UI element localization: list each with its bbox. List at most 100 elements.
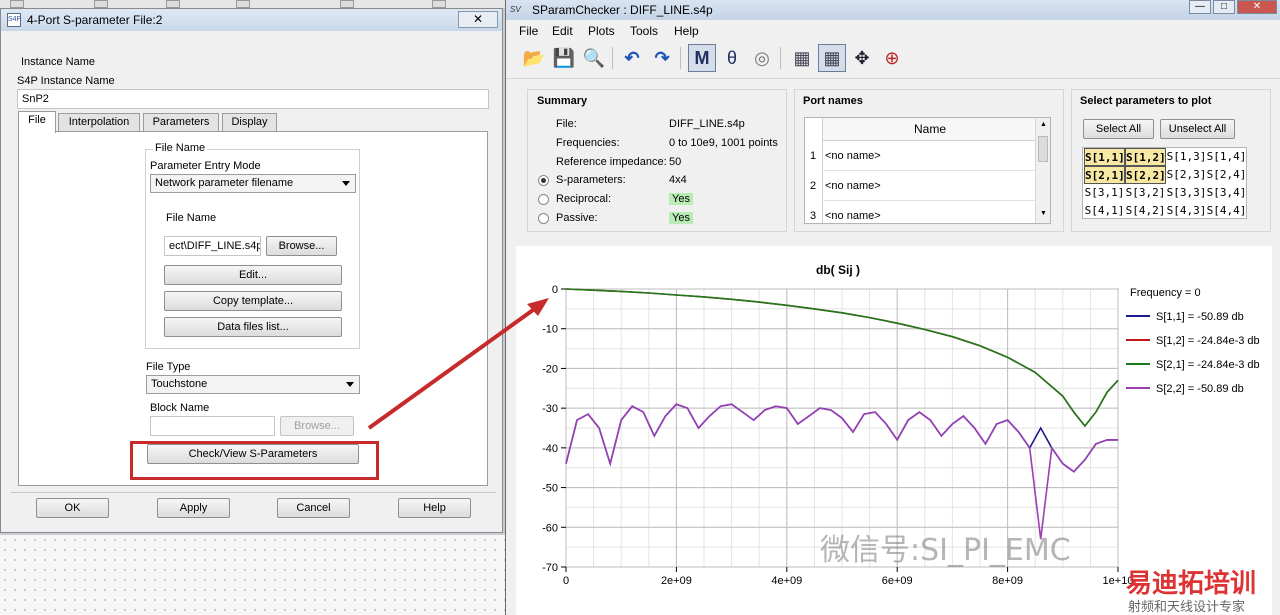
bg-tool-icon [94,0,108,8]
summary-value: DIFF_LINE.s4p [669,118,745,130]
file-name-input[interactable]: ect\DIFF_LINE.s4p [164,236,261,256]
param-s11[interactable]: S[1,1] [1084,148,1125,166]
close-button[interactable]: ✕ [1237,0,1277,14]
undo-icon[interactable]: ↶ [618,44,646,72]
port-names-table: Name 1 <no name> 2 <no name> 3 <no name>… [804,117,1051,224]
parameter-grid: S[1,1] S[1,2] S[1,3] S[1,4] S[2,1] S[2,2… [1082,147,1247,219]
menu-edit[interactable]: Edit [552,24,573,38]
tab-file[interactable]: File [18,111,56,133]
s4p-instance-label: S4P Instance Name [17,75,115,87]
column-header-name: Name [822,118,1037,141]
s-parameters-radio[interactable] [538,175,549,186]
edit-button[interactable]: Edit... [164,265,342,285]
open-folder-icon[interactable]: 📂 [520,44,548,72]
port-name-cell[interactable]: <no name> [822,141,1037,171]
save-icon[interactable]: 💾 [550,44,578,72]
param-s41[interactable]: S[4,1] [1084,202,1125,220]
summary-label: Frequencies: [556,137,620,149]
apply-button[interactable]: Apply [157,498,230,518]
chart-title: db( Sij ) [816,263,860,277]
passive-radio[interactable] [538,213,549,224]
tab-display[interactable]: Display [222,113,277,132]
file-type-value: Touchstone [151,378,208,390]
app-icon: S4P [7,13,21,27]
row-number: 3 [809,210,817,222]
scrollbar-thumb[interactable] [1038,136,1048,162]
param-s43[interactable]: S[4,3] [1166,202,1207,220]
phase-mode-icon[interactable]: θ [718,44,746,72]
reciprocal-radio[interactable] [538,194,549,205]
bg-tool-icon [236,0,250,8]
param-s23[interactable]: S[2,3] [1166,166,1207,184]
summary-label: Reference impedance: [556,156,667,168]
data-files-list-button[interactable]: Data files list... [164,317,342,337]
print-preview-icon[interactable]: 🔍 [580,44,608,72]
param-s12[interactable]: S[1,2] [1125,148,1166,166]
param-s34[interactable]: S[3,4] [1206,184,1247,202]
toolbar-separator [680,47,681,69]
bg-tool-icon [432,0,446,8]
param-s13[interactable]: S[1,3] [1166,148,1207,166]
watermark-brand: 易迪拓培训 [1126,569,1257,599]
block-browse-button[interactable]: Browse... [280,416,354,436]
close-button[interactable]: ✕ [458,11,498,28]
file-tab-panel: File Name Parameter Entry Mode Network p… [18,131,488,486]
menu-help[interactable]: Help [674,24,699,38]
browse-button[interactable]: Browse... [266,236,337,256]
cancel-button[interactable]: Cancel [277,498,350,518]
ok-button[interactable]: OK [36,498,109,518]
block-name-input[interactable] [150,416,275,436]
zoom-icon[interactable]: ⊕ [878,44,906,72]
sv-logo-icon: SV [510,5,521,14]
menu-plots[interactable]: Plots [588,24,615,38]
entry-mode-select[interactable]: Network parameter filename [150,174,356,193]
highlight-box [130,441,379,480]
param-s21[interactable]: S[2,1] [1084,166,1125,184]
scroll-up-icon[interactable]: ▲ [1040,121,1047,128]
menu-tools[interactable]: Tools [630,24,658,38]
redo-icon[interactable]: ↷ [648,44,676,72]
instance-name-label: Instance Name [21,56,95,68]
port-names-title: Port names [803,95,863,107]
param-s22[interactable]: S[2,2] [1125,166,1166,184]
param-s42[interactable]: S[4,2] [1125,202,1166,220]
row-number: 1 [809,150,817,162]
magnitude-mode-icon[interactable]: M [688,44,716,72]
menu-file[interactable]: File [519,24,538,38]
schematic-canvas [0,535,505,615]
param-s31[interactable]: S[3,1] [1084,184,1125,202]
watermark-tagline: 射频和天线设计专家 [1128,600,1246,615]
smith-chart-icon[interactable]: ◎ [748,44,776,72]
port-name-cell[interactable]: <no name> [822,201,1037,223]
dialog-titlebar: S4P 4-Port S-parameter File:2 ✕ [1,9,502,31]
toolbar-separator [780,47,781,69]
maximize-button[interactable]: □ [1213,0,1235,14]
param-s32[interactable]: S[3,2] [1125,184,1166,202]
file-type-select[interactable]: Touchstone [146,375,360,394]
param-s14[interactable]: S[1,4] [1206,148,1247,166]
chevron-down-icon [346,382,354,387]
summary-label: File: [556,118,577,130]
param-s44[interactable]: S[4,4] [1206,202,1247,220]
tab-parameters[interactable]: Parameters [143,113,219,132]
port-name-cell[interactable]: <no name> [822,171,1037,201]
scroll-down-icon[interactable]: ▼ [1040,210,1047,217]
instance-name-input[interactable]: SnP2 [17,89,489,109]
pan-icon[interactable]: ✥ [848,44,876,72]
unselect-all-button[interactable]: Unselect All [1160,119,1235,139]
copy-template-button[interactable]: Copy template... [164,291,342,311]
param-s33[interactable]: S[3,3] [1166,184,1207,202]
watermark-wechat: 微信号:SI_PI_EMC [820,533,1071,568]
minimize-button[interactable]: — [1189,0,1211,14]
grid-icon[interactable]: ▦ [818,44,846,72]
help-button[interactable]: Help [398,498,471,518]
tab-interpolation[interactable]: Interpolation [58,113,140,132]
vertical-scrollbar[interactable]: ▲ ▼ [1035,118,1050,223]
select-all-button[interactable]: Select All [1083,119,1154,139]
summary-value: 4x4 [669,174,687,186]
passive-status-badge: Yes [669,212,693,224]
entry-mode-value: Network parameter filename [155,177,294,189]
param-s24[interactable]: S[2,4] [1206,166,1247,184]
toolbar-divider [506,78,1280,79]
table-icon[interactable]: ▦ [788,44,816,72]
